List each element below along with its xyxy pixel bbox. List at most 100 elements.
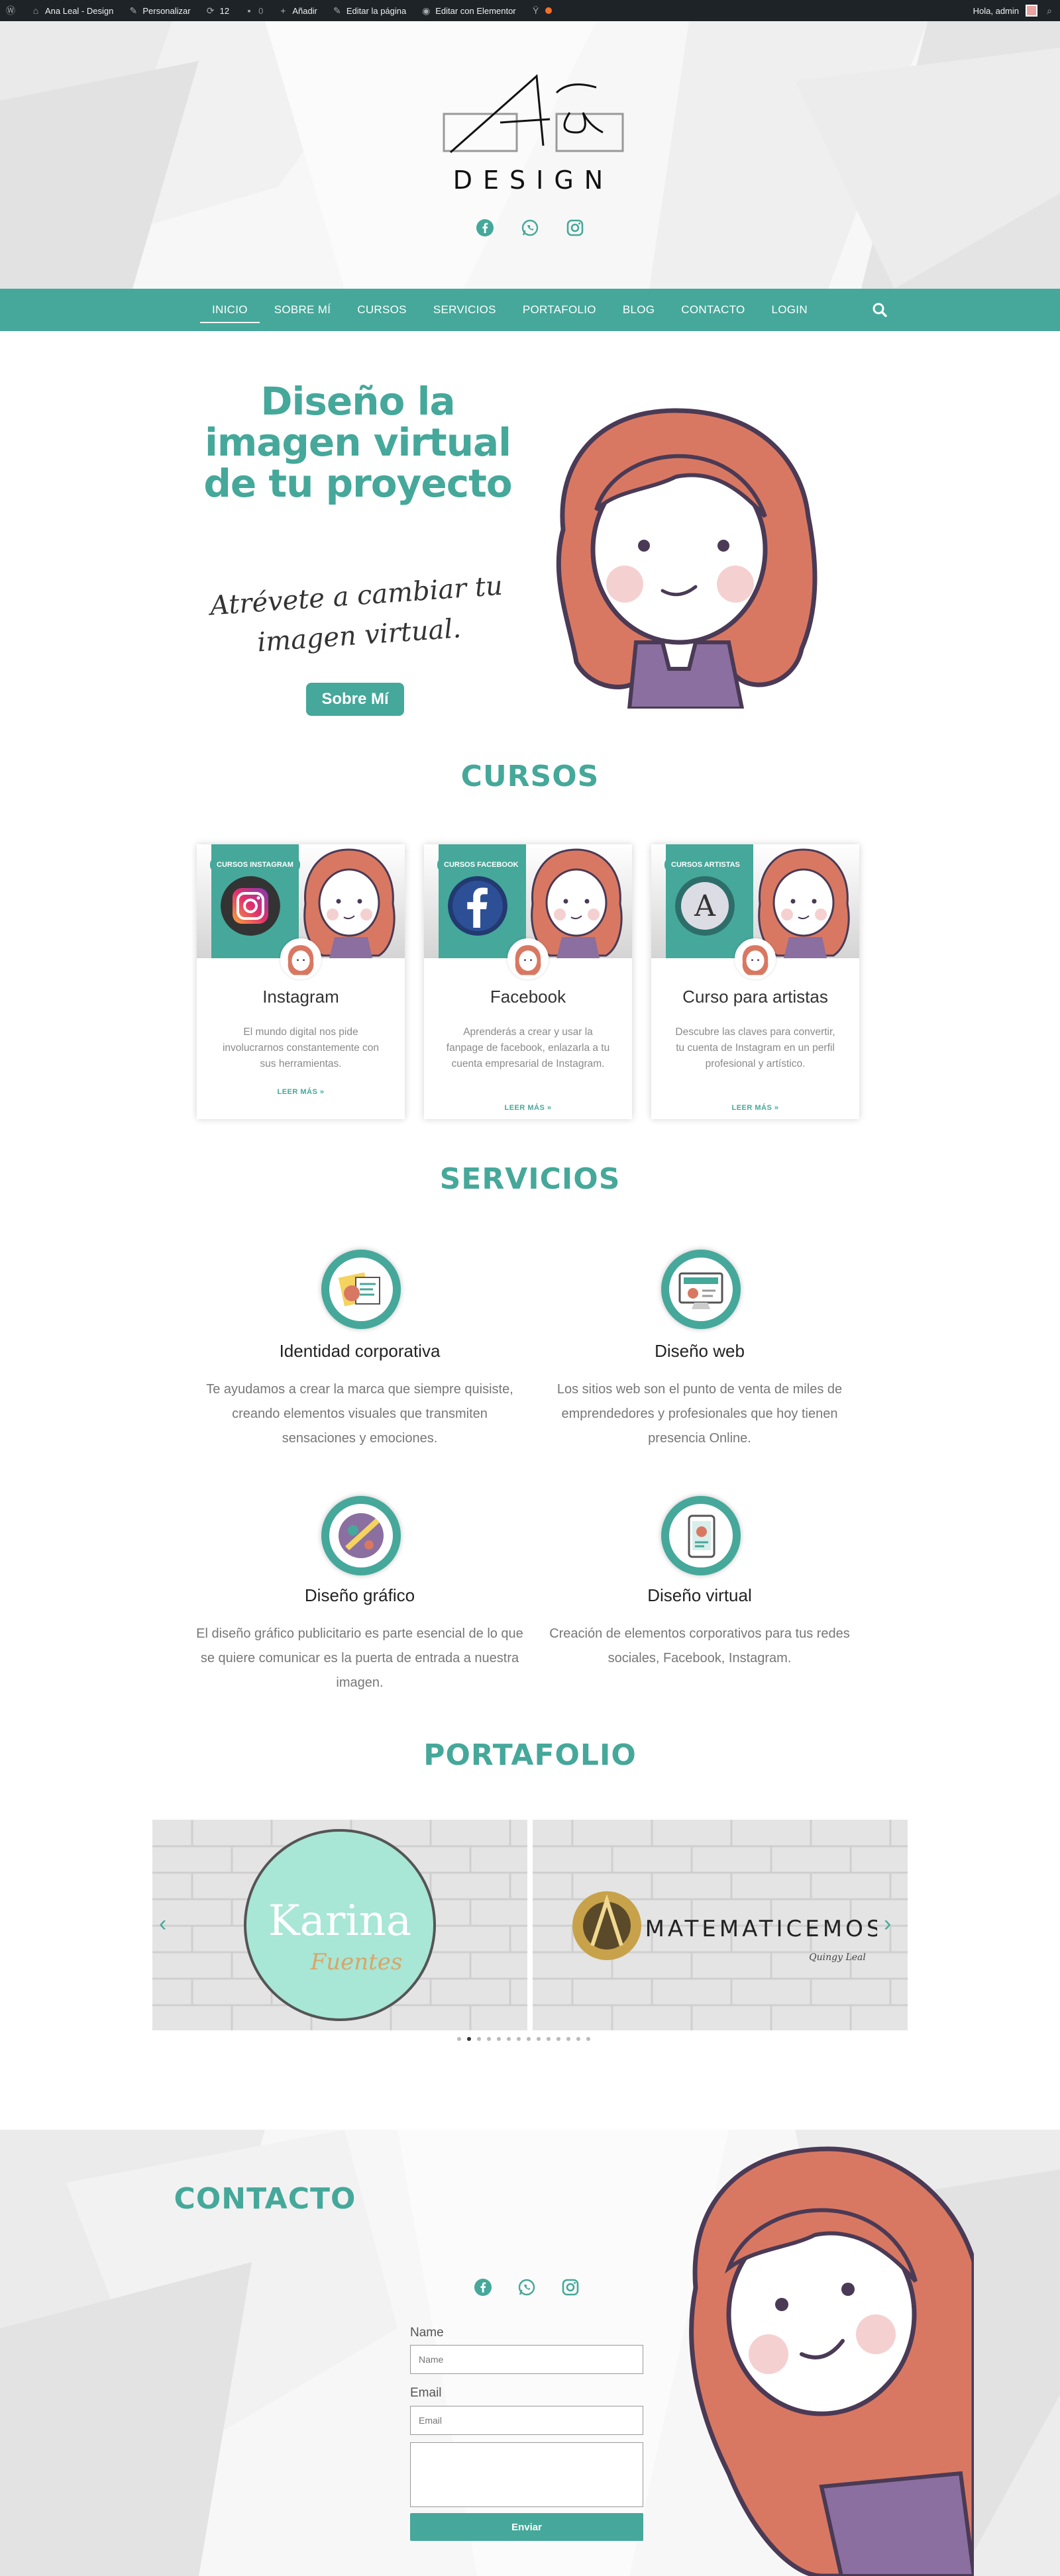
slider-dot[interactable] [576,2037,580,2041]
svg-text:Karina: Karina [268,1897,411,1946]
contact-social-links [474,2278,580,2297]
service-title: Diseño web [655,1341,745,1361]
whatsapp-icon[interactable] [517,2278,536,2297]
slider-dot[interactable] [497,2037,501,2041]
course-excerpt: Descubre las claves para convertir, tu c… [675,1026,835,1069]
pencil-icon: ✎ [333,5,341,16]
course-card-facebook[interactable]: CURSOS FACEBOOK Facebook Aprenderás a cr… [424,844,632,1119]
instagram-icon[interactable] [566,219,584,237]
admin-site-link[interactable]: ⌂ Ana Leal - Design [30,5,114,16]
brush-icon: ✎ [129,5,138,16]
slider-dot[interactable] [457,2037,461,2041]
whatsapp-icon[interactable] [521,219,539,237]
slider-dot[interactable] [477,2037,481,2041]
nav-item-servicios[interactable]: SERVICIOS [420,289,509,331]
hero-title: Diseño la imagen virtual de tu proyecto [203,379,512,506]
author-avatar [507,938,549,979]
hero-tagline: Atrévete a cambiar tu imagen virtual. [209,570,504,658]
nav-item-login[interactable]: LOGIN [759,289,821,331]
read-more-link[interactable]: LEER MÁS » [197,1088,405,1096]
admin-edit-page-link[interactable]: ✎ Editar la página [332,5,406,16]
author-avatar [280,938,321,979]
admin-new-link[interactable]: + Añadir [278,5,317,16]
slider-dot[interactable] [586,2037,590,2041]
wordpress-logo-icon[interactable]: Ⓦ [5,5,16,16]
read-more-link[interactable]: LEER MÁS » [651,1104,859,1112]
slider-dot[interactable] [527,2037,531,2041]
instagram-logo-icon [221,876,280,936]
main-navigation: INICIO SOBRE MÍ CURSOS SERVICIOS PORTAFO… [0,289,1060,331]
avatar[interactable] [1026,5,1037,17]
nav-item-contacto[interactable]: CONTACTO [668,289,758,331]
nav-item-inicio[interactable]: INICIO [199,289,261,331]
admin-bar: Ⓦ ⌂ Ana Leal - Design ✎ Personalizar ⟳ 12 ▪… [0,0,1060,21]
web-design-icon [661,1250,741,1329]
nav-item-blog[interactable]: BLOG [610,289,668,331]
slider-prev-arrow-icon[interactable]: ‹ [159,1912,175,1935]
search-icon[interactable] [872,302,888,318]
course-card-artistas[interactable]: A CURSOS ARTISTAS Curso para artistas De… [651,844,859,1119]
search-icon[interactable]: ⌕ [1044,5,1055,16]
slider-pagination [457,2037,590,2041]
header-social-links [0,219,1060,237]
logo-wordmark: DESIGN [452,166,614,195]
illustration-girl-icon [556,408,818,709]
slider-dot[interactable] [487,2037,491,2041]
course-title[interactable]: Facebook [424,987,632,1007]
name-field[interactable] [410,2345,643,2374]
slider-dot[interactable] [517,2037,521,2041]
comment-icon: ▪ [247,5,251,16]
slider-dot[interactable] [537,2037,541,2041]
svg-text:Quingy Leal: Quingy Leal [809,1952,866,1963]
admin-updates-link[interactable]: ⟳ 12 [205,5,229,16]
services-heading: SERVICIOS [439,1162,621,1196]
plus-icon: + [280,5,286,16]
email-field[interactable] [410,2406,643,2435]
virtual-design-icon [661,1496,741,1575]
course-title[interactable]: Curso para artistas [651,987,859,1007]
seo-status-dot [545,7,552,14]
admin-greeting[interactable]: Hola, admin [973,6,1019,16]
service-description: Creación de elementos corporativos para … [549,1626,850,1665]
name-label: Name [410,2326,444,2340]
contact-heading: CONTACTO [174,2182,356,2216]
course-badge: CURSOS FACEBOOK [437,858,525,872]
admin-customize-link[interactable]: ✎ Personalizar [128,5,190,16]
nav-item-portafolio[interactable]: PORTAFOLIO [509,289,610,331]
author-avatar [735,938,776,979]
facebook-icon[interactable] [476,219,494,237]
admin-comments-link[interactable]: ▪ 0 [244,5,264,16]
letter-a-logo-icon: A [675,876,735,936]
instagram-icon[interactable] [561,2278,580,2297]
read-more-link[interactable]: LEER MÁS » [424,1104,632,1112]
yoast-icon[interactable]: Ÿ [531,5,552,16]
slider-dot[interactable] [566,2037,570,2041]
admin-elementor-link[interactable]: ◉ Editar con Elementor [421,5,516,16]
facebook-icon[interactable] [474,2278,492,2297]
nav-item-sobre-mi[interactable]: SOBRE MÍ [261,289,344,331]
slider-dot[interactable] [547,2037,551,2041]
service-title: Diseño virtual [647,1585,752,1605]
submit-button[interactable]: Enviar [410,2513,643,2541]
site-logo[interactable]: DESIGN [437,66,629,199]
elementor-icon: ◉ [422,5,431,16]
course-title[interactable]: Instagram [197,987,405,1007]
svg-text:A: A [694,889,716,923]
course-card-instagram[interactable]: CURSOS INSTAGRAM Instagram El mundo digi… [197,844,405,1119]
course-excerpt: El mundo digital nos pide involucrarnos … [222,1026,380,1069]
portfolio-slide[interactable]: Karina Fuentes [152,1820,527,2030]
portfolio-slide[interactable]: MATEMATICEMOS Quingy Leal [533,1820,908,2030]
slider-dot[interactable] [507,2037,511,2041]
facebook-logo-icon [448,876,507,936]
slider-next-arrow-icon[interactable]: › [884,1912,900,1935]
service-description: Los sitios web son el punto de venta de … [556,1382,843,1446]
nav-item-cursos[interactable]: CURSOS [344,289,420,331]
course-excerpt: Aprenderás a crear y usar la fanpage de … [446,1026,610,1069]
slider-dot[interactable] [556,2037,560,2041]
slider-dot[interactable] [467,2037,471,2041]
svg-text:MATEMATICEMOS: MATEMATICEMOS [645,1916,877,1942]
refresh-icon: ⟳ [206,5,215,16]
about-me-button[interactable]: Sobre Mí [306,683,404,716]
message-field[interactable] [410,2442,643,2507]
service-description: El diseño gráfico publicitario es parte … [196,1626,523,1690]
